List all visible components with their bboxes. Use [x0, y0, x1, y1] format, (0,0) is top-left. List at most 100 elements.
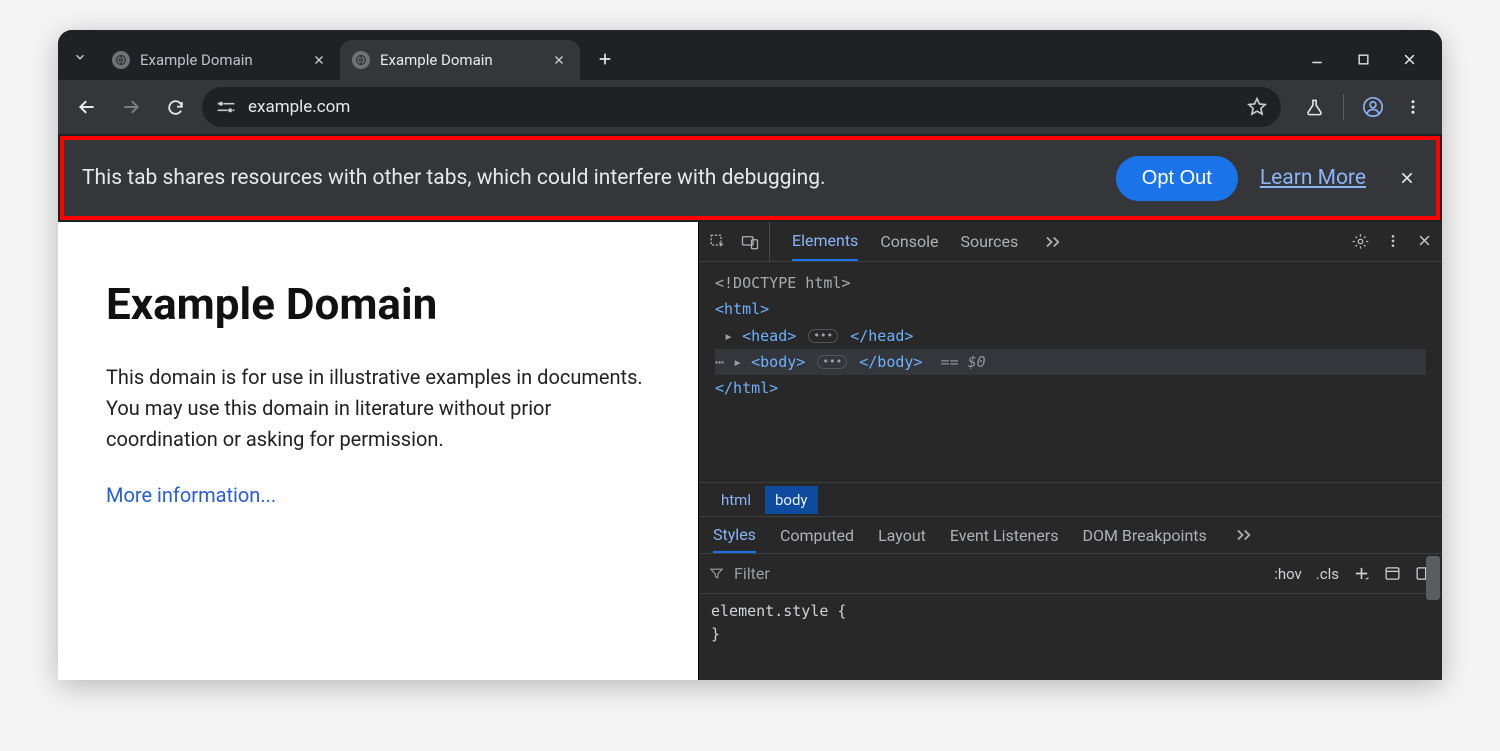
toolbar: example.com	[58, 80, 1442, 134]
gear-icon	[1352, 233, 1369, 250]
tab-inactive[interactable]: Example Domain	[100, 40, 340, 80]
computed-styles-button[interactable]	[1384, 565, 1401, 582]
tab-active[interactable]: Example Domain	[340, 40, 580, 80]
tab-title: Example Domain	[140, 51, 300, 69]
more-information-link[interactable]: More information...	[106, 483, 276, 507]
close-icon	[1399, 170, 1415, 186]
profile-button[interactable]	[1356, 90, 1390, 124]
flask-icon	[1305, 98, 1324, 117]
selected-indicator: == $0	[941, 353, 986, 371]
site-settings-icon[interactable]	[216, 100, 236, 114]
ellipsis-icon: ⋯	[715, 353, 724, 371]
experiments-button[interactable]	[1297, 90, 1331, 124]
maximize-button[interactable]	[1354, 50, 1372, 68]
caret-right-icon[interactable]: ▸	[733, 353, 742, 371]
infobar-close-button[interactable]	[1396, 167, 1418, 189]
close-tab-button[interactable]	[550, 51, 568, 69]
globe-icon	[112, 51, 130, 69]
chevron-down-icon	[73, 50, 87, 64]
profile-icon	[1362, 96, 1384, 118]
dom-html-open: <html>	[715, 300, 769, 318]
devtools-settings-button[interactable]	[1352, 233, 1369, 250]
dom-doctype: <!DOCTYPE html>	[715, 274, 850, 292]
device-toggle-button[interactable]	[741, 233, 759, 251]
reload-button[interactable]	[158, 90, 192, 124]
close-tab-button[interactable]	[310, 51, 328, 69]
devtools: Elements Console Sources	[698, 222, 1442, 680]
tab-list-dropdown[interactable]	[66, 43, 94, 71]
toolbar-right	[1297, 90, 1430, 124]
star-icon	[1247, 97, 1267, 117]
inspect-icon	[709, 233, 727, 251]
tab-elements[interactable]: Elements	[792, 222, 858, 261]
globe-icon	[352, 51, 370, 69]
panel-icon	[1384, 565, 1401, 582]
window-controls	[1308, 50, 1434, 68]
close-window-button[interactable]	[1400, 50, 1418, 68]
tab-dom-breakpoints[interactable]: DOM Breakpoints	[1082, 517, 1206, 553]
minimize-button[interactable]	[1308, 50, 1326, 68]
breadcrumb-body[interactable]: body	[765, 486, 818, 514]
infobar: This tab shares resources with other tab…	[60, 136, 1440, 220]
opt-out-button[interactable]: Opt Out	[1116, 156, 1238, 201]
page-paragraph: This domain is for use in illustrative e…	[106, 362, 658, 455]
tab-sources[interactable]: Sources	[960, 222, 1018, 261]
dom-body[interactable]: <body>	[751, 353, 805, 371]
scrollbar-thumb[interactable]	[1426, 556, 1440, 600]
dom-head[interactable]: <head>	[742, 327, 796, 345]
devtools-close-button[interactable]	[1417, 233, 1432, 250]
ellipsis-icon[interactable]: •••	[817, 355, 847, 369]
close-icon	[313, 54, 325, 66]
tab-layout[interactable]: Layout	[878, 517, 926, 553]
new-style-rule-button[interactable]	[1353, 565, 1370, 582]
styles-filter-input[interactable]: Filter	[709, 564, 1264, 583]
reload-icon	[166, 98, 185, 117]
tab-computed[interactable]: Computed	[780, 517, 854, 553]
chevron-double-right-icon	[1044, 235, 1062, 249]
more-styles-tabs-button[interactable]	[1235, 528, 1253, 542]
address-bar[interactable]: example.com	[202, 87, 1281, 127]
maximize-icon	[1357, 53, 1370, 66]
style-rule-line2: }	[711, 623, 1430, 646]
arrow-right-icon	[121, 97, 141, 117]
tab-bar: Example Domain Example Domain	[58, 30, 1442, 80]
forward-button[interactable]	[114, 90, 148, 124]
devices-icon	[741, 233, 759, 251]
caret-right-icon[interactable]: ▸	[724, 327, 733, 345]
tab-title: Example Domain	[380, 51, 540, 69]
chevron-double-right-icon	[1235, 528, 1253, 542]
breadcrumb-html[interactable]: html	[711, 486, 761, 514]
minimize-icon	[1310, 52, 1324, 66]
back-button[interactable]	[70, 90, 104, 124]
learn-more-link[interactable]: Learn More	[1260, 166, 1366, 190]
style-rule-line1: element.style {	[711, 600, 1430, 623]
close-icon	[1402, 52, 1417, 67]
arrow-left-icon	[77, 97, 97, 117]
dom-html-close: </html>	[715, 379, 778, 397]
menu-button[interactable]	[1396, 90, 1430, 124]
close-icon	[1417, 233, 1432, 248]
dom-tree[interactable]: <!DOCTYPE html> <html> ▸ <head> ••• </he…	[699, 262, 1442, 482]
cls-toggle[interactable]: .cls	[1316, 565, 1339, 583]
filter-icon	[709, 566, 724, 581]
hov-toggle[interactable]: :hov	[1274, 565, 1302, 583]
inspect-element-button[interactable]	[709, 233, 727, 251]
bookmark-button[interactable]	[1247, 97, 1267, 117]
plus-icon	[1353, 565, 1370, 582]
tab-event-listeners[interactable]: Event Listeners	[950, 517, 1059, 553]
infobar-highlight: This tab shares resources with other tab…	[58, 134, 1442, 222]
ellipsis-icon[interactable]: •••	[808, 329, 838, 343]
page-content: Example Domain This domain is for use in…	[58, 222, 698, 680]
tab-console[interactable]: Console	[880, 222, 938, 261]
styles-tabs: Styles Computed Layout Event Listeners D…	[699, 516, 1442, 554]
devtools-menu-button[interactable]	[1385, 233, 1401, 250]
more-tabs-button[interactable]	[1044, 235, 1062, 249]
kebab-icon	[1385, 233, 1401, 249]
new-tab-button[interactable]	[590, 44, 620, 74]
infobar-message: This tab shares resources with other tab…	[82, 166, 1094, 190]
browser-window: Example Domain Example Domain	[58, 30, 1442, 680]
tab-styles[interactable]: Styles	[713, 517, 756, 553]
dom-breadcrumb: html body	[699, 482, 1442, 516]
styles-body[interactable]: element.style { }	[699, 594, 1442, 680]
url-text: example.com	[248, 97, 1235, 117]
